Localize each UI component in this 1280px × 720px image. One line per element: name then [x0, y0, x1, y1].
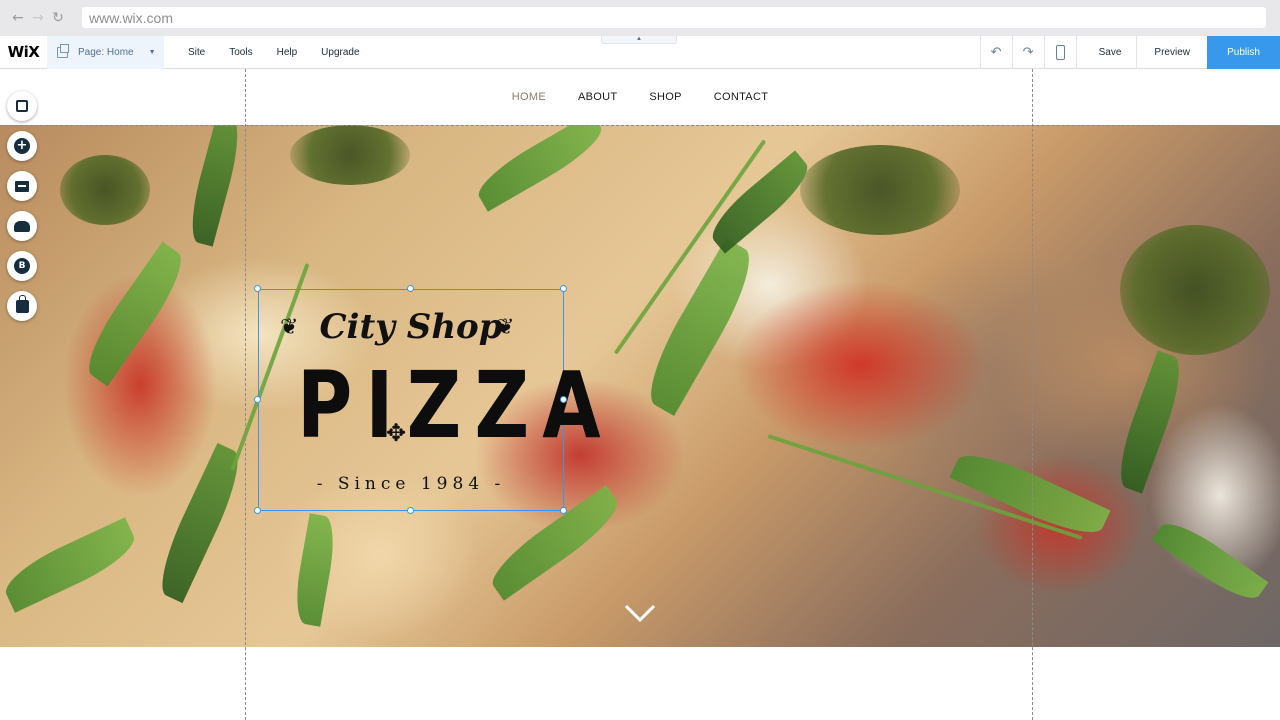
leaf-shape: [1151, 513, 1269, 609]
site-nav-contact[interactable]: CONTACT: [714, 91, 768, 103]
leaf-shape: [183, 125, 247, 247]
resize-handle[interactable]: [254, 285, 261, 292]
mobile-icon: [1055, 45, 1065, 60]
url-text: www.wix.com: [89, 9, 174, 26]
store-button[interactable]: [7, 291, 37, 321]
leaf-shape: [290, 513, 340, 627]
media-button[interactable]: [7, 171, 37, 201]
wheat-right-icon: ❦: [496, 315, 515, 340]
blog-icon: B: [14, 258, 30, 274]
menu-upgrade[interactable]: Upgrade: [321, 47, 359, 58]
undo-icon[interactable]: ↶: [979, 36, 1012, 69]
menu-site[interactable]: Site: [188, 47, 205, 58]
caret-down-icon: ▼: [148, 48, 156, 56]
resize-handle[interactable]: [407, 285, 414, 292]
resize-handle[interactable]: [254, 396, 261, 403]
chevron-up-icon: ▲: [636, 36, 642, 42]
leaf-shape: [76, 241, 194, 387]
leaf-shape: [1110, 350, 1190, 494]
add-icon: +: [14, 138, 30, 154]
publish-button[interactable]: Publish: [1207, 36, 1280, 69]
editor-actions: ↶ ↷ Save Preview Publish: [979, 36, 1280, 69]
site-nav-home[interactable]: HOME: [512, 91, 546, 103]
forward-icon[interactable]: →: [28, 8, 48, 28]
leaf-shape: [0, 517, 142, 613]
page-selector-label: Page: Home: [78, 46, 134, 58]
logo-main-text: PIZZA: [297, 352, 614, 459]
leaf-shape: [635, 238, 765, 416]
pesto-shape: [60, 155, 150, 225]
logo-sub-text: - Since 1984 -: [316, 474, 506, 494]
hero-strip-image[interactable]: [0, 125, 1280, 647]
site-nav-about[interactable]: ABOUT: [578, 91, 617, 103]
upload-button[interactable]: [7, 211, 37, 241]
background-button[interactable]: [7, 91, 37, 121]
browser-toolbar: ← → ↻ www.wix.com: [0, 0, 1280, 36]
store-icon: [15, 294, 29, 313]
site-nav-shop[interactable]: SHOP: [649, 91, 681, 103]
upload-icon: [14, 220, 30, 232]
reload-icon[interactable]: ↻: [48, 8, 68, 28]
address-bar[interactable]: www.wix.com: [82, 7, 1266, 28]
menu-help[interactable]: Help: [277, 47, 298, 58]
preview-button[interactable]: Preview: [1136, 36, 1207, 69]
resize-handle[interactable]: [560, 507, 567, 514]
site-menu: HOME ABOUT SHOP CONTACT: [0, 69, 1280, 125]
logo-element[interactable]: ❦ City Shop ❦ PIZZA - Since 1984 - ✥: [254, 285, 614, 514]
save-button[interactable]: Save: [1075, 36, 1137, 69]
editor-canvas[interactable]: HOME ABOUT SHOP CONTACT ❦ City Shop ❦ PI…: [0, 69, 1280, 720]
resize-handle[interactable]: [560, 396, 567, 403]
redo-icon[interactable]: ↷: [1011, 36, 1044, 69]
pesto-shape: [1120, 225, 1270, 355]
move-cursor-icon: ✥: [385, 419, 407, 447]
resize-handle[interactable]: [560, 285, 567, 292]
resize-handle[interactable]: [407, 507, 414, 514]
pesto-shape: [800, 145, 960, 235]
gridline-right: [1032, 69, 1033, 720]
gridline-left: [245, 69, 246, 720]
blog-button[interactable]: B: [7, 251, 37, 281]
mobile-view-button[interactable]: [1043, 36, 1076, 69]
page-selector[interactable]: Page: Home ▼: [47, 35, 164, 69]
wix-logo[interactable]: WiX: [0, 36, 47, 69]
leaf-shape: [949, 442, 1111, 546]
collapse-toolbar-button[interactable]: ▲: [601, 36, 677, 44]
pages-icon: [57, 43, 69, 58]
background-icon: [16, 100, 28, 112]
leaf-shape: [470, 125, 610, 212]
section-divider: [0, 125, 1280, 126]
media-icon: [15, 180, 29, 192]
left-toolbar: + B: [7, 91, 39, 331]
pesto-shape: [290, 125, 410, 185]
back-icon[interactable]: ←: [8, 8, 28, 28]
logo-script-text: City Shop: [319, 307, 503, 347]
add-button[interactable]: +: [7, 131, 37, 161]
chevron-down-icon[interactable]: [624, 603, 656, 623]
resize-handle[interactable]: [254, 507, 261, 514]
menu-tools[interactable]: Tools: [229, 47, 252, 58]
